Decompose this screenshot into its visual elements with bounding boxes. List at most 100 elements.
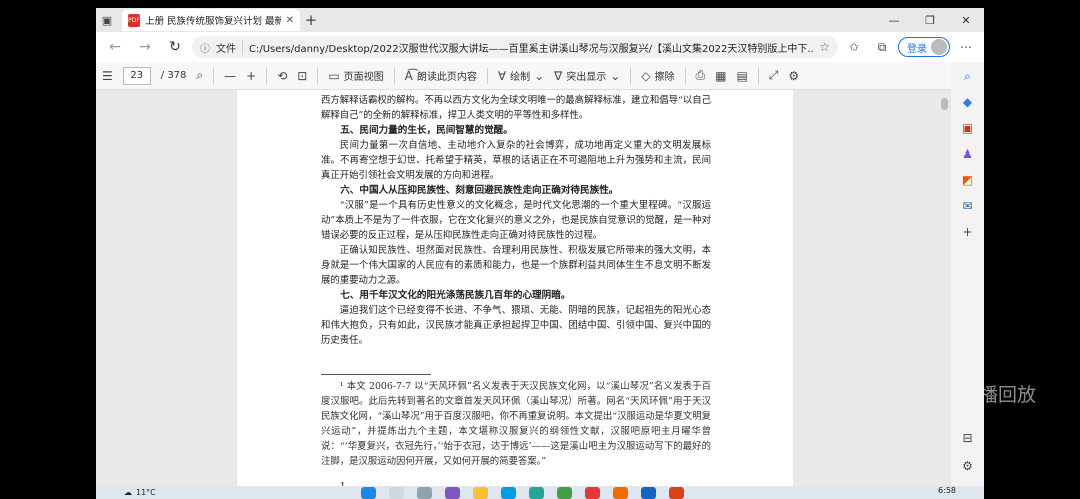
highlight-button[interactable]: ∇ 突出显示 ⌄ bbox=[554, 68, 620, 84]
edge-sidebar: ⌕ ◆ ▣ ♟ ◩ ✉ + ⊟ ⚙ bbox=[951, 62, 984, 486]
draw-button[interactable]: ∀ 绘制 ⌄ bbox=[497, 68, 545, 84]
print-icon[interactable]: ⎙ bbox=[696, 68, 706, 83]
chrome-icon[interactable] bbox=[585, 486, 600, 499]
search-icon[interactable]: ⌕ bbox=[196, 68, 203, 83]
collections-icon[interactable]: ⧉ bbox=[870, 40, 894, 55]
new-tab-button[interactable]: + bbox=[300, 11, 322, 29]
taskbar-search-icon[interactable] bbox=[389, 486, 404, 499]
chevron-down-icon: ⌄ bbox=[534, 68, 545, 83]
file-explorer-icon[interactable] bbox=[473, 486, 488, 499]
add-sidebar-icon[interactable]: + bbox=[960, 224, 976, 240]
url-scheme: 文件 bbox=[216, 39, 243, 55]
app-icon[interactable] bbox=[669, 486, 684, 499]
footnote-divider bbox=[321, 374, 431, 375]
sidebar-bottom: ⊟ ⚙ bbox=[960, 430, 976, 474]
close-tab-icon[interactable]: ✕ bbox=[286, 15, 294, 26]
save-icon[interactable]: ▦ bbox=[715, 69, 726, 83]
divider bbox=[317, 67, 319, 84]
shopping-tag-icon[interactable]: ◆ bbox=[960, 94, 976, 110]
erase-button[interactable]: ◇ 擦除 bbox=[641, 68, 675, 84]
login-button[interactable]: 登录 bbox=[898, 37, 950, 57]
tab-pdf[interactable]: PDF 上册 民族传统服饰复兴计划 最新 ✕ bbox=[122, 9, 300, 31]
divider bbox=[630, 67, 632, 84]
url-field[interactable]: ⓘ 文件 C:/Users/danny/Desktop/2022汉服世代汉服大讲… bbox=[192, 36, 838, 58]
address-bar: ← → ↻ ⓘ 文件 C:/Users/danny/Desktop/2022汉服… bbox=[96, 32, 984, 62]
vertical-scrollbar[interactable] bbox=[941, 94, 950, 482]
pdf-settings-gear-icon[interactable]: ⚙ bbox=[788, 69, 799, 83]
highlight-label: 突出显示 bbox=[566, 72, 607, 83]
windows-taskbar: ☁ 11°C 6:58 bbox=[96, 486, 984, 499]
tab-actions-icon[interactable]: ▣ bbox=[96, 9, 118, 31]
page-number-input[interactable]: 23 bbox=[122, 66, 151, 85]
erase-label: 擦除 bbox=[654, 72, 675, 83]
rotate-icon[interactable]: ⟲ bbox=[277, 69, 287, 83]
eraser-icon: ◇ bbox=[641, 68, 651, 83]
zoom-out-icon[interactable]: — bbox=[224, 69, 236, 83]
page-number: 1 bbox=[321, 479, 711, 486]
weather-widget[interactable]: ☁ 11°C bbox=[124, 488, 156, 497]
taskbar-apps bbox=[361, 486, 684, 499]
more-icon[interactable]: ⋯ bbox=[954, 40, 978, 54]
highlight-icon: ∇ bbox=[554, 68, 563, 83]
tab-title: 上册 民族传统服饰复兴计划 最新 bbox=[145, 16, 281, 27]
doc-heading: 五、民间力量的生长，民间智慧的觉醒。 bbox=[340, 125, 513, 136]
scrollbar-thumb[interactable] bbox=[941, 98, 948, 110]
tools-briefcase-icon[interactable]: ▣ bbox=[960, 120, 976, 136]
page-total: / 378 bbox=[160, 70, 187, 81]
avatar bbox=[931, 39, 947, 55]
doc-heading: 七、用千年汉文化的阳光涤荡民族几百年的心理阴暗。 bbox=[340, 290, 571, 301]
temperature: 11°C bbox=[136, 488, 156, 497]
save-as-icon[interactable]: ▤ bbox=[736, 69, 747, 83]
read-aloud-icon: A͡ bbox=[404, 68, 413, 83]
pdf-toolbar: ☰ 23 / 378 ⌕ — + ⟲ ⊡ ▭ 页面视图 A͡ 朗读此页内容 ∀ … bbox=[96, 62, 984, 90]
chat-icon[interactable] bbox=[445, 486, 460, 499]
divider bbox=[213, 67, 215, 84]
read-aloud-button[interactable]: A͡ 朗读此页内容 bbox=[404, 68, 477, 84]
read-aloud-label: 朗读此页内容 bbox=[416, 72, 477, 83]
app-icon[interactable] bbox=[613, 486, 628, 499]
fullscreen-icon[interactable]: ⤢ bbox=[769, 68, 779, 83]
draw-pen-icon: ∀ bbox=[497, 68, 507, 83]
info-icon[interactable]: ⓘ bbox=[200, 40, 210, 55]
footnote: ¹ 本文 2006-7-7 以“天风环佩”名义发表于天汉民族文化网，以“溪山琴况… bbox=[321, 381, 711, 467]
browser-window: ▣ PDF 上册 民族传统服饰复兴计划 最新 ✕ + — ❐ ✕ ← → ↻ ⓘ… bbox=[96, 8, 984, 486]
divider bbox=[393, 67, 395, 84]
divider bbox=[486, 67, 488, 84]
start-icon[interactable] bbox=[361, 486, 376, 499]
doc-paragraph: 正确认知民族性、坦然面对民族性、合理利用民族性、积极发展它所带来的强大文明，本身… bbox=[321, 245, 711, 286]
doc-paragraph: 逼迫我们这个已经变得不长进、不争气、猥琐、无能、阴暗的民族，记起祖先的阳光心态和… bbox=[321, 305, 711, 346]
games-icon[interactable]: ♟ bbox=[960, 146, 976, 162]
sidebar-layout-icon[interactable]: ⊟ bbox=[960, 430, 976, 446]
doc-paragraph: 西方解释话霸权的解构。不再以西方文化为全球文明唯一的最高解释标准，建立和倡导“以… bbox=[321, 95, 711, 121]
pdf-page: 西方解释话霸权的解构。不再以西方文化为全球文明唯一的最高解释标准，建立和倡导“以… bbox=[237, 90, 793, 486]
login-label: 登录 bbox=[907, 43, 927, 55]
forward-arrow-icon[interactable]: → bbox=[132, 35, 158, 59]
divider bbox=[684, 67, 686, 84]
app-icon[interactable] bbox=[641, 486, 656, 499]
sidebar-settings-gear-icon[interactable]: ⚙ bbox=[960, 458, 976, 474]
divider bbox=[266, 67, 268, 84]
refresh-icon[interactable]: ↻ bbox=[162, 35, 188, 59]
contents-icon[interactable]: ☰ bbox=[102, 69, 113, 83]
divider bbox=[757, 67, 759, 84]
favorite-star-icon[interactable]: ☆ bbox=[819, 40, 830, 54]
app-icon[interactable] bbox=[557, 486, 572, 499]
zoom-in-icon[interactable]: + bbox=[246, 69, 256, 83]
page-view-button[interactable]: ▭ 页面视图 bbox=[328, 68, 383, 84]
outlook-icon[interactable]: ✉ bbox=[960, 198, 976, 214]
store-icon[interactable] bbox=[529, 486, 544, 499]
clock[interactable]: 6:58 bbox=[938, 486, 956, 495]
favorites-icon[interactable]: ✩ bbox=[842, 40, 866, 54]
sidebar-search-icon[interactable]: ⌕ bbox=[960, 68, 976, 84]
document-viewport[interactable]: 西方解释话霸权的解构。不再以西方文化为全球文明唯一的最高解释标准，建立和倡导“以… bbox=[96, 90, 951, 486]
close-window-icon[interactable]: ✕ bbox=[948, 8, 984, 32]
fit-page-icon[interactable]: ⊡ bbox=[297, 69, 307, 83]
minimize-icon[interactable]: — bbox=[876, 8, 912, 32]
office-icon[interactable]: ◩ bbox=[960, 172, 976, 188]
back-arrow-icon[interactable]: ← bbox=[102, 35, 128, 59]
pdf-icon: PDF bbox=[128, 13, 140, 27]
draw-label: 绘制 bbox=[510, 72, 531, 83]
maximize-icon[interactable]: ❐ bbox=[912, 8, 948, 32]
task-view-icon[interactable] bbox=[417, 486, 432, 499]
edge-icon[interactable] bbox=[501, 486, 516, 499]
